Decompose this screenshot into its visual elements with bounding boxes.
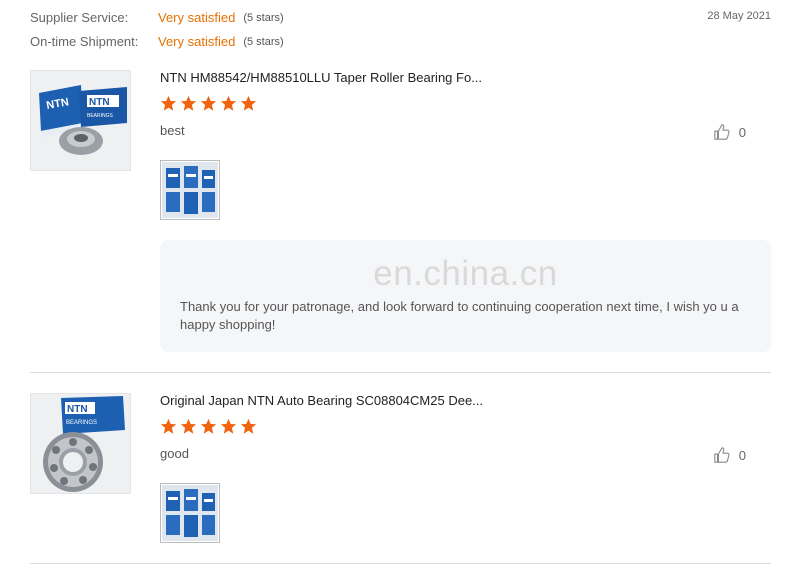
review-stars	[160, 95, 257, 112]
like-button[interactable]: 0	[713, 123, 746, 141]
review-item: NTN NTN BEARINGS NTN HM88542/HM88510LLU …	[30, 70, 771, 360]
review-attachment-image[interactable]	[160, 160, 220, 220]
supplier-service-label: Supplier Service:	[30, 10, 129, 25]
like-count: 0	[738, 447, 746, 463]
svg-text:BEARINGS: BEARINGS	[87, 113, 114, 119]
supplier-service-rating: Supplier Service: Very satisfied (5 star…	[30, 10, 284, 25]
star-icon	[240, 95, 257, 111]
seller-reply: en.china.cn Thank you for your patronage…	[160, 240, 771, 352]
like-count: 0	[738, 124, 746, 140]
review-stars	[160, 418, 257, 435]
review-date: 28 May 2021	[707, 10, 771, 22]
seller-reply-text: Thank you for your patronage, and look f…	[180, 299, 739, 332]
star-icon	[160, 418, 177, 434]
divider	[30, 372, 771, 373]
thumbs-up-icon	[714, 124, 730, 140]
product-title-link[interactable]: Original Japan NTN Auto Bearing SC08804C…	[160, 393, 483, 408]
ontime-shipment-rating: On-time Shipment: Very satisfied (5 star…	[30, 34, 284, 49]
ontime-shipment-value: Very satisfied	[158, 34, 236, 49]
product-thumbnail[interactable]: NTN BEARINGS	[30, 393, 131, 494]
star-icon	[180, 418, 197, 434]
star-icon	[240, 418, 257, 434]
divider	[30, 563, 771, 564]
review-attachment-image[interactable]	[160, 483, 220, 543]
svg-text:BEARINGS: BEARINGS	[66, 420, 97, 426]
svg-text:NTN: NTN	[67, 404, 88, 415]
ontime-shipment-stars: (5 stars)	[243, 35, 284, 48]
star-icon	[180, 95, 197, 111]
supplier-service-stars: (5 stars)	[243, 11, 284, 24]
svg-text:NTN: NTN	[89, 97, 110, 108]
watermark-text: en.china.cn	[373, 254, 558, 293]
ontime-shipment-label: On-time Shipment:	[30, 34, 139, 49]
product-title-link[interactable]: NTN HM88542/HM88510LLU Taper Roller Bear…	[160, 70, 482, 85]
review-item: NTN BEARINGS Original Japan NTN Auto Bea…	[30, 393, 771, 548]
supplier-service-value: Very satisfied	[158, 10, 236, 25]
star-icon	[220, 95, 237, 111]
product-thumbnail[interactable]: NTN NTN BEARINGS	[30, 70, 131, 171]
star-icon	[220, 418, 237, 434]
thumbs-up-icon	[714, 447, 730, 463]
like-button[interactable]: 0	[713, 446, 746, 464]
star-icon	[200, 418, 217, 434]
review-comment: good	[160, 446, 189, 461]
review-comment: best	[160, 123, 185, 138]
star-icon	[160, 95, 177, 111]
star-icon	[200, 95, 217, 111]
